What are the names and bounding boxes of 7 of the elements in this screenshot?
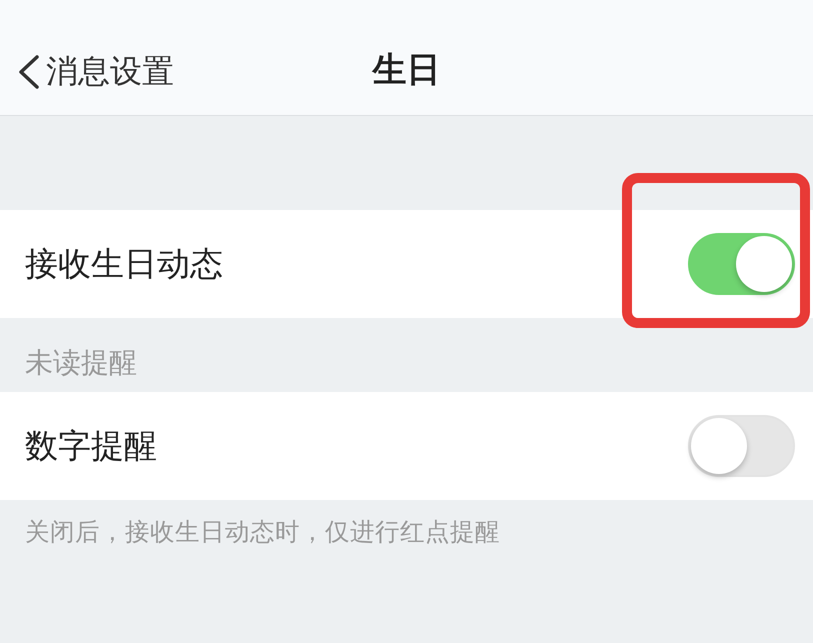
back-button[interactable]: 消息设置 bbox=[18, 50, 174, 94]
setting-label: 数字提醒 bbox=[25, 424, 157, 466]
page-title: 生日 bbox=[372, 48, 440, 92]
setting-label: 接收生日动态 bbox=[25, 242, 223, 284]
chevron-left-icon bbox=[18, 55, 40, 89]
section-header: 未读提醒 bbox=[24, 345, 138, 381]
section-footer-note: 关闭后，接收生日动态时，仅进行红点提醒 bbox=[24, 516, 501, 548]
